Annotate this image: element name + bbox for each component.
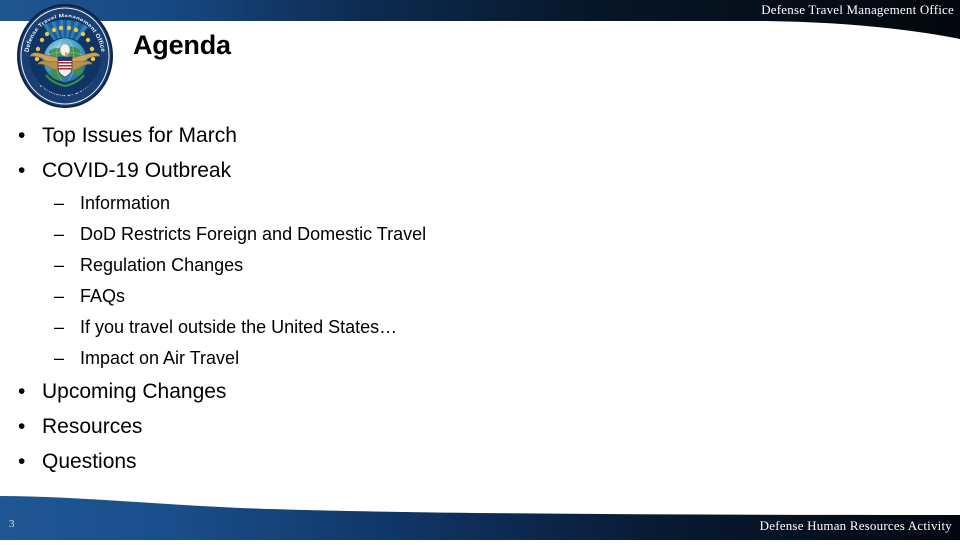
bullet-dash-icon: – bbox=[54, 348, 65, 368]
agenda-bullet-level2: – DoD Restricts Foreign and Domestic Trav… bbox=[0, 219, 900, 250]
agenda-bullet-level1: • COVID-19 Outbreak bbox=[0, 153, 900, 188]
agenda-bullet-list: • Top Issues for March • COVID-19 Outbreak –… bbox=[0, 118, 900, 479]
bullet-dot-icon: • bbox=[18, 380, 26, 403]
agenda-bullet-label: If you travel outside the United States… bbox=[80, 317, 398, 337]
page-title: Agenda bbox=[133, 30, 231, 60]
bullet-dash-icon: – bbox=[54, 255, 65, 275]
dod-dtmo-seal-graphic: Defense Travel Management Office Departm… bbox=[17, 4, 113, 108]
agenda-bullet-label: DoD Restricts Foreign and Domestic Trave… bbox=[80, 224, 427, 244]
agenda-bullet-label: Upcoming Changes bbox=[42, 380, 227, 403]
footer-org-name: Defense Human Resources Activity bbox=[759, 518, 952, 533]
bullet-dot-icon: • bbox=[18, 450, 26, 473]
bullet-dot-icon: • bbox=[18, 124, 26, 147]
slide-number: 3 bbox=[9, 518, 15, 530]
agenda-bullet-label: Information bbox=[80, 193, 171, 213]
agenda-bullet-label: Regulation Changes bbox=[80, 255, 244, 275]
agenda-bullet-label: Questions bbox=[42, 450, 137, 473]
agenda-bullet-level2: – FAQs bbox=[0, 281, 900, 312]
bullet-dot-icon: • bbox=[18, 159, 26, 182]
agenda-bullet-level1: • Upcoming Changes bbox=[0, 374, 900, 409]
agenda-bullet-level1: • Resources bbox=[0, 409, 900, 444]
bullet-dash-icon: – bbox=[54, 224, 65, 244]
agenda-bullet-label: Top Issues for March bbox=[42, 124, 237, 147]
bullet-dash-icon: – bbox=[54, 193, 65, 213]
agenda-bullet-label: Impact on Air Travel bbox=[80, 348, 240, 368]
agenda-bullet-level2: – If you travel outside the United States… bbox=[0, 312, 900, 343]
agenda-bullet-level2: – Information bbox=[0, 188, 900, 219]
bullet-dash-icon: – bbox=[54, 286, 65, 306]
agenda-bullet-label: FAQs bbox=[80, 286, 126, 306]
bullet-dash-icon: – bbox=[54, 317, 65, 337]
agenda-bullet-label: COVID-19 Outbreak bbox=[42, 159, 232, 182]
dod-dtmo-seal-icon: Defense Travel Management Office Departm… bbox=[16, 3, 114, 109]
bullet-dot-icon: • bbox=[18, 415, 26, 438]
agenda-bullet-level2: – Regulation Changes bbox=[0, 250, 900, 281]
agenda-bullet-level2: – Impact on Air Travel bbox=[0, 343, 900, 374]
agenda-bullet-level1: • Questions bbox=[0, 444, 900, 479]
agenda-bullet-label: Resources bbox=[42, 415, 143, 438]
header-org-name: Defense Travel Management Office bbox=[761, 2, 954, 17]
agenda-bullet-level1: • Top Issues for March bbox=[0, 118, 900, 153]
